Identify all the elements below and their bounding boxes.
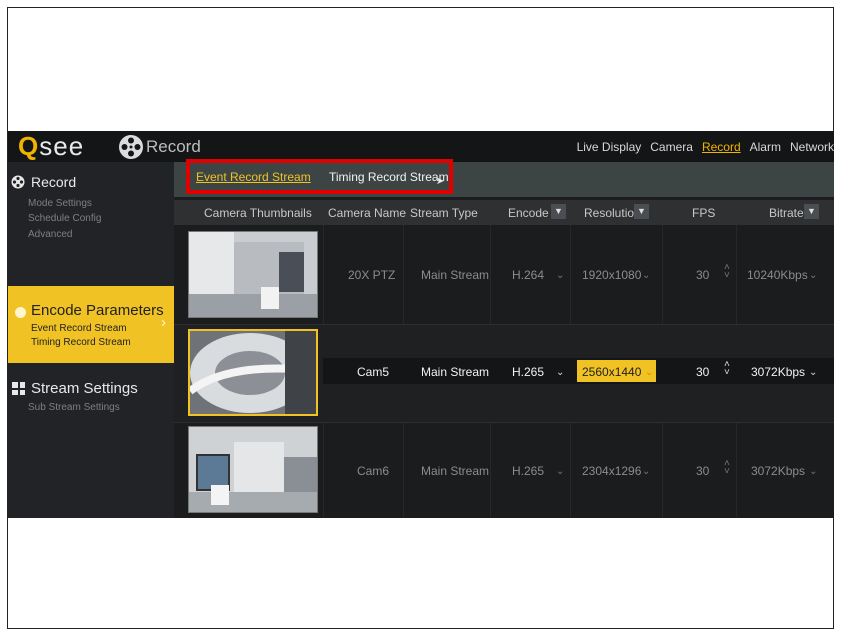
camera-thumbnail[interactable] xyxy=(188,426,318,513)
chevron-right-icon: › xyxy=(161,314,166,331)
encode-value[interactable]: H.265 xyxy=(512,464,544,478)
nav-network[interactable]: Network xyxy=(790,140,834,154)
bitrate-value[interactable]: 10240Kbps xyxy=(747,268,808,282)
chevron-down-icon[interactable]: ⌄ xyxy=(642,466,650,477)
highlight-box xyxy=(186,159,453,194)
qsee-logo: Qsee xyxy=(18,131,84,162)
col-resolution: Resolution xyxy=(584,206,641,220)
encode-dropdown-icon[interactable]: ▼ xyxy=(551,204,566,219)
bitrate-dropdown-icon[interactable]: ▼ xyxy=(804,204,819,219)
col-stream-type: Stream Type xyxy=(410,206,478,220)
sidebar: Record Mode Settings Schedule Config Adv… xyxy=(8,162,174,518)
nvr-app: Qsee Record Live Display Camera Record A… xyxy=(8,131,834,518)
sidebar-record-label: Record xyxy=(31,174,77,190)
sidebar-item-mode-settings[interactable]: Mode Settings xyxy=(28,198,92,209)
resolution-value[interactable]: 2304x1296 xyxy=(582,464,641,478)
stream-type: Main Stream xyxy=(421,268,490,282)
col-encode: Encode xyxy=(508,206,549,220)
camera-snapshot-image xyxy=(189,232,317,317)
fps-value[interactable]: 30 xyxy=(696,464,709,478)
stream-settings-label: Stream Settings xyxy=(31,380,138,397)
encode-value[interactable]: H.264 xyxy=(512,268,544,282)
camera-thumbnail[interactable] xyxy=(188,231,318,318)
sidebar-item-schedule-config[interactable]: Schedule Config xyxy=(28,213,101,224)
tab-bar: Event Record Stream Timing Record Stream… xyxy=(174,159,834,197)
encode-value[interactable]: H.265 xyxy=(512,365,544,379)
stream-type: Main Stream xyxy=(421,365,490,379)
status-dot xyxy=(15,307,26,318)
page-title: Record xyxy=(146,137,201,156)
stream-type: Main Stream xyxy=(421,464,490,478)
camera-snapshot-image xyxy=(189,427,317,512)
camera-snapshot-image xyxy=(190,331,316,414)
top-bar: Qsee Record Live Display Camera Record A… xyxy=(8,131,834,162)
spinner-icon[interactable]: ˄ ˅ xyxy=(724,263,730,281)
table-row[interactable] xyxy=(174,227,834,323)
film-reel-icon xyxy=(119,135,143,159)
table-row[interactable] xyxy=(174,422,834,518)
table-header: Camera Thumbnails Camera Name Stream Typ… xyxy=(174,200,834,225)
sidebar-item-advanced[interactable]: Advanced xyxy=(28,229,72,240)
camera-name: Cam6 xyxy=(357,464,390,478)
chevron-down-icon[interactable]: ⌄ xyxy=(809,466,817,477)
table-row-selected[interactable] xyxy=(174,325,834,421)
col-camera-thumbnails: Camera Thumbnails xyxy=(204,206,312,220)
chevron-down-icon[interactable]: ⌄ xyxy=(556,270,564,281)
spinner-icon[interactable]: ˄ ˅ xyxy=(724,459,730,477)
camera-thumbnail[interactable] xyxy=(188,329,318,416)
chevron-down-icon[interactable]: ⌄ xyxy=(809,270,817,281)
chevron-down-icon[interactable]: ⌄ xyxy=(642,270,650,281)
logo-text: see xyxy=(39,131,85,161)
chevron-down-icon[interactable]: ⌄ xyxy=(556,367,564,378)
sidebar-item-timing-record-stream[interactable]: Timing Record Stream xyxy=(31,337,131,348)
sidebar-item-sub-stream-settings[interactable]: Sub Stream Settings xyxy=(28,402,120,413)
resolution-value[interactable]: 2560x1440 xyxy=(582,365,641,379)
row-divider xyxy=(174,324,834,325)
col-camera-name: Camera Name xyxy=(328,206,407,220)
film-reel-icon xyxy=(11,175,25,189)
nav-live-display[interactable]: Live Display xyxy=(577,140,642,154)
chevron-down-icon[interactable]: ⌄ xyxy=(645,367,653,378)
bitrate-value[interactable]: 3072Kbps xyxy=(751,365,805,379)
sidebar-item-encode-parameters[interactable]: Encode Parameters Event Record Stream Ti… xyxy=(8,286,174,363)
sidebar-stream-settings-header[interactable]: Stream Settings xyxy=(12,380,138,397)
fps-value[interactable]: 30 xyxy=(696,365,709,379)
camera-name: Cam5 xyxy=(357,365,390,379)
chevron-down-icon[interactable]: ⌄ xyxy=(556,466,564,477)
fps-value[interactable]: 30 xyxy=(696,268,709,282)
chevron-down-icon[interactable]: ⌄ xyxy=(809,367,817,378)
camera-name: 20X PTZ xyxy=(348,268,396,282)
main-nav: Live Display Camera Record Alarm Network xyxy=(577,131,834,162)
sidebar-item-event-record-stream[interactable]: Event Record Stream xyxy=(31,323,127,334)
col-fps: FPS xyxy=(692,206,716,220)
spinner-icon[interactable]: ˄ ˅ xyxy=(724,360,730,378)
row-divider xyxy=(174,422,834,423)
nav-camera[interactable]: Camera xyxy=(650,140,693,154)
nav-record[interactable]: Record xyxy=(702,140,741,154)
bitrate-value[interactable]: 3072Kbps xyxy=(751,464,805,478)
resolution-value[interactable]: 1920x1080 xyxy=(582,268,641,282)
sidebar-record-header[interactable]: Record xyxy=(8,174,174,190)
resolution-dropdown-icon[interactable]: ▼ xyxy=(634,204,649,219)
nav-alarm[interactable]: Alarm xyxy=(750,140,781,154)
col-bitrate: Bitrate xyxy=(769,206,804,220)
grid-icon xyxy=(12,382,25,395)
logo-q: Q xyxy=(18,131,40,161)
encode-parameters-label: Encode Parameters xyxy=(31,302,164,319)
